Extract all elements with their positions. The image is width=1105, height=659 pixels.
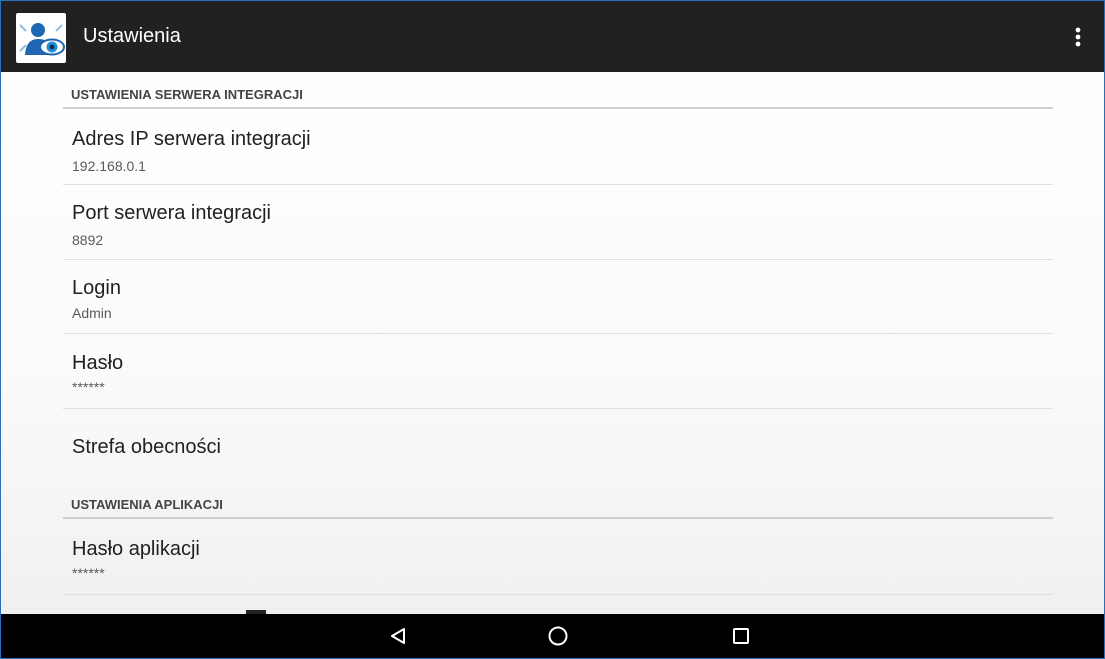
row-divider xyxy=(63,408,1053,409)
pref-title: Adres IP serwera integracji xyxy=(72,128,311,150)
system-nav-bar xyxy=(1,614,1104,658)
back-triangle-icon[interactable] xyxy=(378,621,418,651)
row-divider xyxy=(63,333,1053,334)
pref-summary: 8892 xyxy=(72,232,104,248)
pref-title: Port serwera integracji xyxy=(72,202,271,224)
preferences-list: USTAWIENIA SERWERA INTEGRACJI Adres IP s… xyxy=(1,72,1104,614)
app-bar: Ustawienia xyxy=(1,1,1104,72)
overflow-menu-icon[interactable] xyxy=(1066,22,1090,52)
pref-summary: Admin xyxy=(72,305,112,321)
settings-screen: Ustawienia USTAWIENIA SERWERA INTEGRACJI… xyxy=(0,0,1105,659)
section-divider xyxy=(63,517,1053,519)
pref-title: Hasło aplikacji xyxy=(72,538,200,560)
row-divider xyxy=(63,259,1053,260)
row-divider xyxy=(63,184,1053,185)
row-divider xyxy=(63,594,1053,595)
page-title: Ustawienia xyxy=(83,25,181,47)
pref-summary: ****** xyxy=(72,379,105,395)
section-header-app-settings: USTAWIENIA APLIKACJI xyxy=(71,497,223,512)
section-header-integration-server: USTAWIENIA SERWERA INTEGRACJI xyxy=(71,87,303,102)
pref-summary: ****** xyxy=(72,565,105,581)
person-eye-app-icon xyxy=(16,13,66,63)
pref-summary: 192.168.0.1 xyxy=(72,158,146,174)
recents-square-icon[interactable] xyxy=(721,621,761,651)
pref-title: Strefa obecności xyxy=(72,436,221,458)
pref-title: Hasło xyxy=(72,352,124,374)
home-circle-icon[interactable] xyxy=(538,621,578,651)
pref-title: Login xyxy=(72,277,121,299)
section-divider xyxy=(63,107,1053,109)
